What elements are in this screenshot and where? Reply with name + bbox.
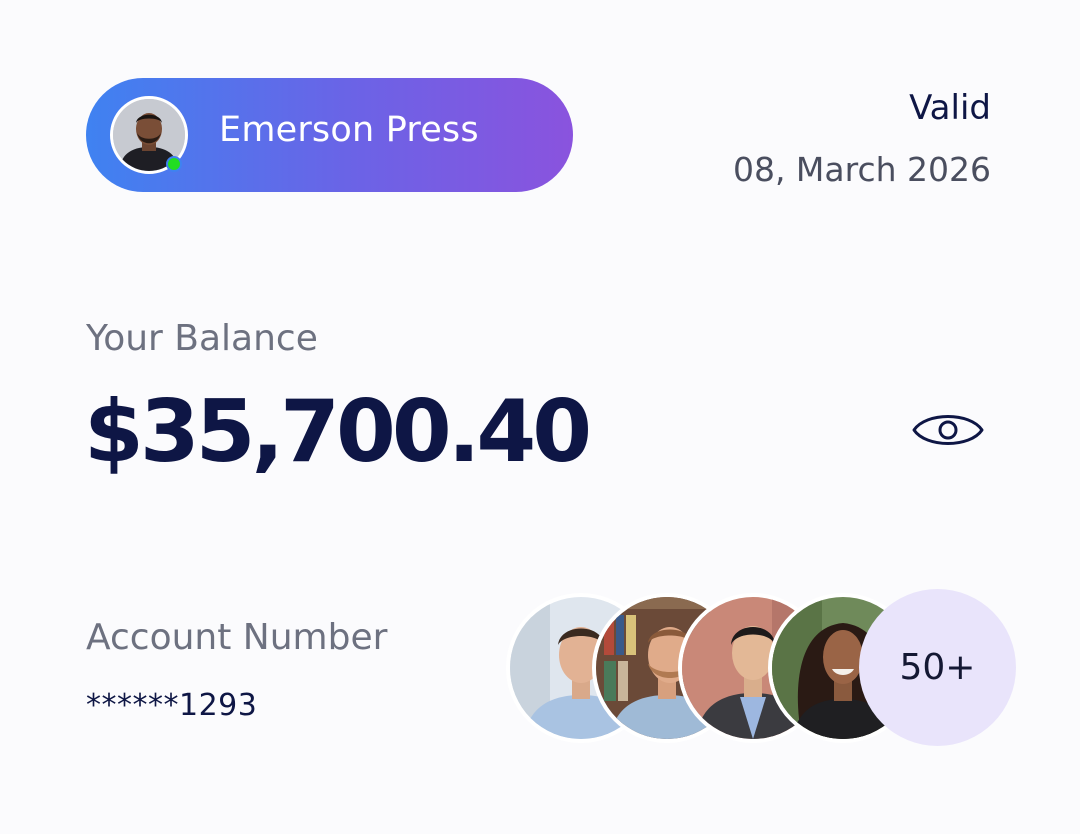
balance-card: Emerson Press Valid 08, March 2026 Your …	[0, 0, 1080, 834]
account-number-label: Account Number	[86, 617, 388, 658]
toggle-balance-visibility-button[interactable]	[908, 400, 988, 460]
profile-pill[interactable]: Emerson Press	[86, 78, 573, 192]
eye-icon	[912, 415, 984, 445]
user-name: Emerson Press	[219, 110, 479, 150]
more-members-badge[interactable]: 50+	[859, 589, 1016, 746]
balance-amount: $35,700.40	[84, 382, 592, 482]
valid-date: 08, March 2026	[732, 150, 991, 189]
account-number-value: ******1293	[86, 688, 258, 723]
member-avatar-stack[interactable]: 50+	[506, 589, 1016, 749]
online-status-dot	[166, 156, 182, 172]
balance-label: Your Balance	[86, 318, 318, 359]
more-members-count: 50+	[899, 647, 976, 688]
valid-label: Valid	[909, 88, 991, 128]
